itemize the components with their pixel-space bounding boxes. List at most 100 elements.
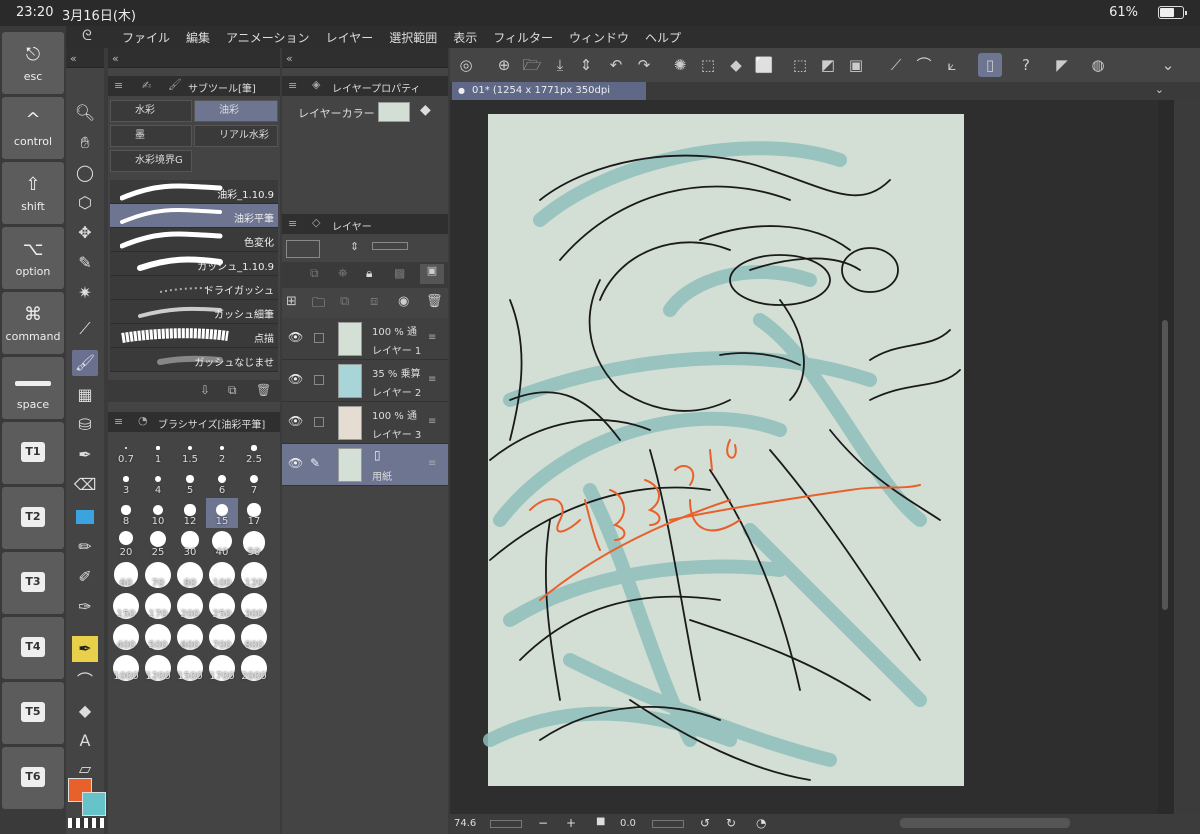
brush-size-option[interactable]: 15 <box>206 498 238 528</box>
collapse-icon[interactable]: « <box>70 52 77 65</box>
zoom-value[interactable]: 74.6 <box>454 818 476 829</box>
menu-filter[interactable]: フィルター <box>493 29 553 46</box>
pen-tool-icon[interactable]: ✒︎ <box>72 442 98 468</box>
mask-add-icon[interactable]: ◉ <box>398 294 409 309</box>
collapse-icon[interactable]: « <box>112 52 119 65</box>
merge-icon[interactable]: ⧈ <box>370 294 378 309</box>
brush-size-option[interactable]: 20 <box>110 529 142 559</box>
help-icon[interactable]: ? <box>1014 53 1038 77</box>
new-layer-icon[interactable]: ⊞ <box>286 294 297 309</box>
fill-tool-icon[interactable]: ◆ <box>72 698 98 724</box>
brush-size-option[interactable]: 6 <box>206 467 238 497</box>
brush-size-option[interactable]: 1500 <box>174 653 206 683</box>
sub-color-swatch[interactable] <box>82 792 106 816</box>
ruler-tool-icon[interactable]: ⟋ <box>72 316 98 342</box>
brush-size-option[interactable]: 800 <box>238 622 270 652</box>
brush-item[interactable]: ガッシュ_1.10.9 <box>110 252 278 276</box>
artwork-canvas[interactable] <box>450 100 1158 814</box>
brush-size-option[interactable]: 2000 <box>238 653 270 683</box>
zoom-slider[interactable] <box>490 820 522 828</box>
drag-handle-icon[interactable]: ≡ <box>428 332 436 343</box>
brush-size-option[interactable]: 600 <box>174 622 206 652</box>
undo-icon[interactable]: ↶ <box>604 53 628 77</box>
menu-edit[interactable]: 編集 <box>186 29 210 46</box>
esc-key[interactable]: ⎋ esc <box>2 32 64 94</box>
t1-key[interactable]: T1 <box>2 422 64 484</box>
vertical-scrollbar[interactable] <box>1158 100 1174 814</box>
copy-layer-icon[interactable]: ⧉ <box>340 294 349 309</box>
menu-selection[interactable]: 選択範囲 <box>389 29 437 46</box>
brush-size-option[interactable]: 100 <box>206 560 238 590</box>
brush-size-option[interactable]: 120 <box>238 560 270 590</box>
brush-size-option[interactable]: 400 <box>110 622 142 652</box>
opacity-slider[interactable] <box>372 242 408 250</box>
drag-handle-icon[interactable]: ≡ <box>428 416 436 427</box>
menu-icon[interactable]: ≡ <box>288 79 297 92</box>
menu-icon[interactable]: ≡ <box>288 217 297 230</box>
brush-size-option[interactable]: 50 <box>238 529 270 559</box>
brush-size-option[interactable]: 2.5 <box>238 436 270 466</box>
brush-size-option[interactable]: 700 <box>206 622 238 652</box>
brush-size-option[interactable]: 1200 <box>142 653 174 683</box>
chevron-down-icon[interactable]: ⌄ <box>1156 53 1180 77</box>
grid-tool-icon[interactable]: ▦ <box>72 382 98 408</box>
brush-size-option[interactable]: 7 <box>238 467 270 497</box>
brush-size-option[interactable]: 17 <box>238 498 270 528</box>
control-key[interactable]: ^ control <box>2 97 64 159</box>
new-folder-icon[interactable]: 🗀 <box>312 294 325 316</box>
app-logo-icon[interactable]: ᘓ <box>82 28 92 44</box>
layer-row[interactable]: 👁︎ 100 % 通 レイヤー 1 ≡ <box>282 318 448 360</box>
brush-size-option[interactable]: 30 <box>174 529 206 559</box>
new-file-icon[interactable]: ⊕ <box>492 53 516 77</box>
brush-item-selected[interactable]: 油彩平筆 <box>110 204 278 228</box>
move-tool-icon[interactable]: ✥ <box>72 220 98 246</box>
lock-transparent-icon[interactable]: ▩ <box>394 266 405 280</box>
transparent-color-swatch[interactable] <box>68 818 104 828</box>
smartphone-icon[interactable]: ▯ <box>978 53 1002 77</box>
chevron-down-icon[interactable]: ⌄ <box>1155 83 1164 96</box>
brush-item[interactable]: 色変化 <box>110 228 278 252</box>
layer-row[interactable]: 👁︎ 35 % 乗算 レイヤー 2 ≡ <box>282 360 448 402</box>
brush-size-option[interactable]: 80 <box>174 560 206 590</box>
brush-tool-icon[interactable]: 🖌︎ <box>72 350 98 376</box>
text-tool-icon[interactable]: A <box>72 728 98 754</box>
visibility-eye-icon[interactable]: 👁︎ <box>288 330 303 344</box>
brush-size-option[interactable]: 12 <box>174 498 206 528</box>
stroke-tool-icon[interactable]: ⌒ <box>72 668 98 694</box>
subtool-group-watercolor[interactable]: 水彩 <box>110 100 192 122</box>
eraser-tool-icon[interactable]: ⌫ <box>72 472 98 498</box>
flag-icon[interactable]: ◤ <box>1050 53 1074 77</box>
app-home-icon[interactable]: ◎ <box>454 53 478 77</box>
visibility-eye-icon[interactable]: 👁︎ <box>288 372 303 386</box>
brush-size-option[interactable]: 60 <box>110 560 142 590</box>
mask-icon[interactable]: ▣ <box>420 264 444 284</box>
layer-checkbox[interactable] <box>314 417 324 427</box>
brush-size-option[interactable]: 1.5 <box>174 436 206 466</box>
vector-pen-icon[interactable]: ✒︎ <box>72 636 98 662</box>
reset-rotation-icon[interactable]: ◔ <box>756 816 766 830</box>
brush-size-option[interactable]: 300 <box>238 591 270 621</box>
brush-size-option[interactable]: 250 <box>206 591 238 621</box>
subtool-group-watercolor-edge[interactable]: 水彩境界G <box>110 150 192 172</box>
brush-size-option[interactable]: 500 <box>142 622 174 652</box>
menu-icon[interactable]: ≡ <box>114 415 123 428</box>
zoom-in-icon[interactable]: + <box>566 816 576 830</box>
brush-size-option[interactable]: 2 <box>206 436 238 466</box>
shift-key[interactable]: ⇧ shift <box>2 162 64 224</box>
t2-key[interactable]: T2 <box>2 487 64 549</box>
duplicate-icon[interactable]: ⧉ <box>228 383 237 398</box>
invert-selection-icon[interactable]: ◩ <box>816 53 840 77</box>
fill-bucket-icon[interactable]: ◆ <box>420 102 431 118</box>
download-icon[interactable]: ⇩ <box>200 383 210 397</box>
t5-key[interactable]: T5 <box>2 682 64 744</box>
brush-size-option[interactable]: 150 <box>110 591 142 621</box>
fill-icon[interactable]: ◆ <box>724 53 748 77</box>
command-key[interactable]: ⌘ command <box>2 292 64 354</box>
deselect-icon[interactable]: ⬚ <box>788 53 812 77</box>
trash-icon[interactable]: 🗑︎ <box>426 294 443 309</box>
rotate-left-icon[interactable]: ↺ <box>700 816 710 830</box>
marker-tool-icon[interactable]: ✐ <box>72 564 98 590</box>
zoom-tool-icon[interactable]: 🔍︎ <box>72 100 98 126</box>
blend-mode-select[interactable] <box>286 240 320 258</box>
menu-layer[interactable]: レイヤー <box>326 29 374 46</box>
